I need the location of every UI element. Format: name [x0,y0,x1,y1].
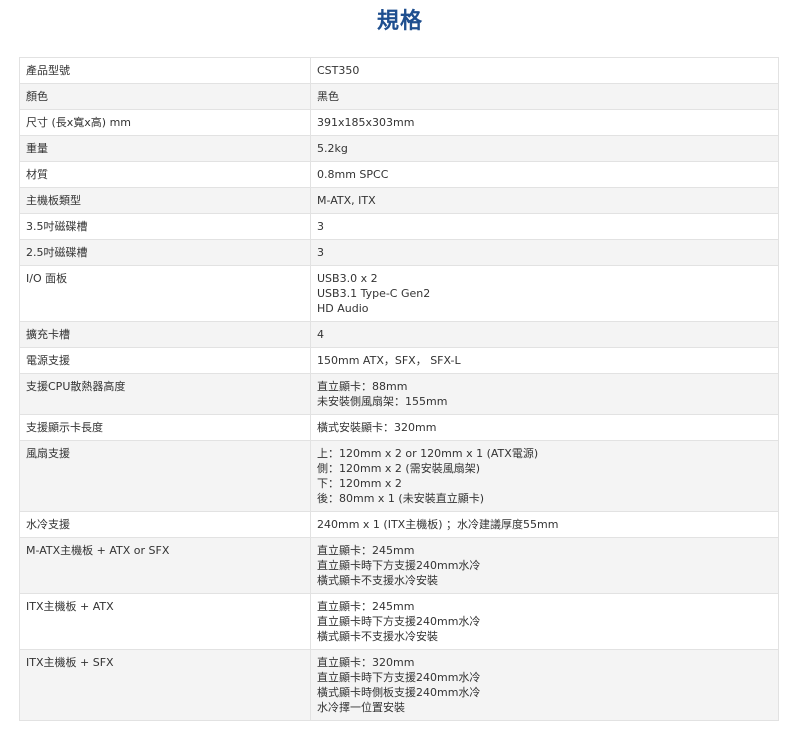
spec-label: 風扇支援 [19,440,311,512]
spec-value: 直立顯卡：88mm 未安裝側風扇架：155mm [310,373,779,415]
table-row: 尺寸 (長x寬x高) mm 391x185x303mm [19,109,779,136]
spec-value: 上：120mm x 2 or 120mm x 1 (ATX電源) 側：120mm … [310,440,779,512]
spec-value: 3 [310,213,779,240]
table-row: 電源支援 150mm ATX，SFX， SFX-L [19,347,779,374]
spec-value-line: USB3.0 x 2 [317,272,378,285]
spec-table: 產品型號 CST350 顏色 黑色 尺寸 (長x寬x高) mm 391x185x303mm… [19,57,779,721]
spec-value: M-ATX, ITX [310,187,779,214]
spec-value: CST350 [310,57,779,84]
spec-label: 3.5吋磁碟槽 [19,213,311,240]
spec-label: 支援CPU散熱器高度 [19,373,311,415]
spec-value: 直立顯卡：245mm 直立顯卡時下方支援240mm水冷 橫式顯卡不支援水冷安裝 [310,537,779,594]
page-title: 規格 [376,9,423,34]
spec-label: 產品型號 [19,57,311,84]
table-row: 2.5吋磁碟槽 3 [19,239,779,266]
table-row: 水冷支援 240mm x 1 (ITX主機板) ；水冷建議厚度55mm [19,511,779,538]
table-row: 支援CPU散熱器高度 直立顯卡：88mm 未安裝側風扇架：155mm [19,373,779,415]
table-row: I/O 面板 USB3.0 x 2 USB3.1 Type-C Gen2 HD Aud… [19,265,779,322]
spec-value-line: 391x185x303mm [317,116,415,129]
spec-label: M-ATX主機板 + ATX or SFX [19,537,311,594]
spec-value-line: 3 [317,220,324,233]
spec-label: 支援顯示卡長度 [19,414,311,441]
spec-value-line: HD Audio [317,302,369,315]
spec-value: 3 [310,239,779,266]
spec-value-line: 240mm x 1 (ITX主機板) ；水冷建議厚度55mm [317,518,559,531]
spec-value-line: 黑色 [317,90,339,103]
spec-label: 主機板類型 [19,187,311,214]
spec-value-line: 0.8mm SPCC [317,168,389,181]
spec-value-line: 直立顯卡時下方支援240mm水冷 [317,615,481,628]
spec-value: 直立顯卡：320mm 直立顯卡時下方支援240mm水冷 橫式顯卡時側板支援240mm… [310,649,779,721]
spec-label: 重量 [19,135,311,162]
spec-value-line: 橫式安裝顯卡：320mm [317,421,437,434]
table-row: 材質 0.8mm SPCC [19,161,779,188]
spec-value-line: 直立顯卡：245mm [317,544,415,557]
spec-value-line: 水冷擇一位置安裝 [317,701,405,714]
table-row: 3.5吋磁碟槽 3 [19,213,779,240]
spec-value-line: USB3.1 Type-C Gen2 [317,287,431,300]
spec-value-line: 橫式顯卡不支援水冷安裝 [317,574,438,587]
table-row: 產品型號 CST350 [19,57,779,84]
spec-label: ITX主機板 + ATX [19,593,311,650]
spec-label: 顏色 [19,83,311,110]
spec-value-line: M-ATX, ITX [317,194,376,207]
table-row: 擴充卡槽 4 [19,321,779,348]
spec-value-line: 橫式顯卡時側板支援240mm水冷 [317,686,481,699]
spec-label: 尺寸 (長x寬x高) mm [19,109,311,136]
spec-table-body: 產品型號 CST350 顏色 黑色 尺寸 (長x寬x高) mm 391x185x303mm… [19,57,779,721]
spec-value-line: 4 [317,328,324,341]
spec-value: USB3.0 x 2 USB3.1 Type-C Gen2 HD Audio [310,265,779,322]
spec-value-line: 150mm ATX，SFX， SFX-L [317,354,461,367]
spec-value: 橫式安裝顯卡：320mm [310,414,779,441]
spec-value: 150mm ATX，SFX， SFX-L [310,347,779,374]
table-row: ITX主機板 + ATX 直立顯卡：245mm 直立顯卡時下方支援240mm水冷 橫式… [19,593,779,650]
spec-value-line: 直立顯卡時下方支援240mm水冷 [317,559,481,572]
spec-value-line: 直立顯卡時下方支援240mm水冷 [317,671,481,684]
spec-value: 直立顯卡：245mm 直立顯卡時下方支援240mm水冷 橫式顯卡不支援水冷安裝 [310,593,779,650]
spec-value-line: 下：120mm x 2 [317,477,402,490]
spec-value: 5.2kg [310,135,779,162]
table-row: M-ATX主機板 + ATX or SFX 直立顯卡：245mm 直立顯卡時下方支援… [19,537,779,594]
spec-value-line: 直立顯卡：245mm [317,600,415,613]
spec-value-line: 上：120mm x 2 or 120mm x 1 (ATX電源) [317,447,539,460]
spec-value-line: CST350 [317,64,360,77]
spec-value: 黑色 [310,83,779,110]
spec-value: 240mm x 1 (ITX主機板) ；水冷建議厚度55mm [310,511,779,538]
spec-value: 4 [310,321,779,348]
table-row: 支援顯示卡長度 橫式安裝顯卡：320mm [19,414,779,441]
spec-value-line: 直立顯卡：320mm [317,656,415,669]
spec-value-line: 3 [317,246,324,259]
spec-label: I/O 面板 [19,265,311,322]
spec-label: 水冷支援 [19,511,311,538]
spec-value-line: 側：120mm x 2 (需安裝風扇架) [317,462,481,475]
spec-value: 391x185x303mm [310,109,779,136]
table-row: ITX主機板 + SFX 直立顯卡：320mm 直立顯卡時下方支援240mm水冷 橫式… [19,649,779,721]
spec-label: 2.5吋磁碟槽 [19,239,311,266]
spec-value-line: 未安裝側風扇架：155mm [317,395,448,408]
spec-label: ITX主機板 + SFX [19,649,311,721]
table-row: 風扇支援 上：120mm x 2 or 120mm x 1 (ATX電源) 側：12… [19,440,779,512]
table-row: 重量 5.2kg [19,135,779,162]
table-row: 顏色 黑色 [19,83,779,110]
spec-value-line: 橫式顯卡不支援水冷安裝 [317,630,438,643]
spec-label: 材質 [19,161,311,188]
spec-value-line: 5.2kg [317,142,348,155]
spec-value-line: 直立顯卡：88mm [317,380,408,393]
spec-value-line: 後：80mm x 1 (未安裝直立顯卡) [317,492,485,505]
spec-label: 電源支援 [19,347,311,374]
table-row: 主機板類型 M-ATX, ITX [19,187,779,214]
spec-label: 擴充卡槽 [19,321,311,348]
spec-value: 0.8mm SPCC [310,161,779,188]
